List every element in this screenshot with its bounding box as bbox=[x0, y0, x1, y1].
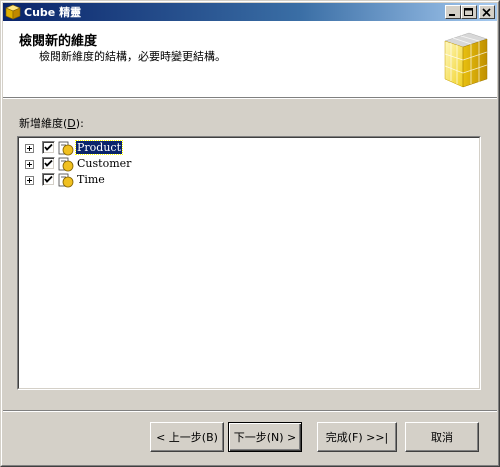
footer-divider-highlight bbox=[3, 411, 497, 412]
dimension-label-product[interactable]: Product bbox=[75, 140, 123, 155]
minimize-icon bbox=[449, 14, 455, 16]
expand-icon[interactable] bbox=[25, 160, 34, 169]
cube-app-icon bbox=[5, 4, 21, 20]
finish-button[interactable]: 完成(F) >>| bbox=[317, 422, 397, 452]
back-button[interactable]: < 上一步(B) bbox=[150, 422, 224, 452]
window-title: Cube 精靈 bbox=[24, 6, 82, 19]
new-dimensions-label: 新增維度(D): bbox=[19, 117, 84, 130]
page-title: 檢閱新的維度 bbox=[19, 34, 98, 49]
expand-icon[interactable] bbox=[25, 144, 34, 153]
minimize-button[interactable] bbox=[445, 5, 461, 19]
cube-grid-icon bbox=[444, 32, 488, 88]
checkbox-customer[interactable] bbox=[42, 157, 55, 170]
checkbox-time[interactable] bbox=[42, 173, 55, 186]
dimension-label-customer[interactable]: Customer bbox=[76, 157, 132, 170]
wizard-window: Cube 精靈 檢閱新的維度 檢閱新維度的結構，必要時變更結構。 新增維度(D)… bbox=[0, 0, 500, 467]
page-subtitle: 檢閱新維度的結構，必要時變更結構。 bbox=[39, 50, 226, 63]
wizard-header: 檢閱新的維度 檢閱新維度的結構，必要時變更結構。 bbox=[3, 21, 497, 97]
close-icon bbox=[482, 8, 491, 17]
next-button[interactable]: 下一步(N) > bbox=[228, 422, 302, 452]
dimension-icon bbox=[58, 157, 74, 172]
cancel-button[interactable]: 取消 bbox=[405, 422, 479, 452]
title-buttons bbox=[445, 5, 495, 19]
close-button[interactable] bbox=[479, 5, 495, 19]
checkbox-product[interactable] bbox=[42, 141, 55, 154]
maximize-button[interactable] bbox=[461, 5, 477, 19]
checkmark-icon bbox=[44, 175, 53, 183]
dimension-icon bbox=[58, 173, 74, 188]
expand-icon[interactable] bbox=[25, 176, 34, 185]
maximize-icon bbox=[464, 8, 473, 16]
title-bar[interactable]: Cube 精靈 bbox=[3, 3, 497, 21]
dimension-icon bbox=[58, 141, 74, 156]
checkmark-icon bbox=[44, 159, 53, 167]
checkmark-icon bbox=[44, 143, 53, 151]
dimension-label-time[interactable]: Time bbox=[76, 173, 106, 186]
header-divider-highlight bbox=[3, 98, 497, 99]
dimensions-tree[interactable]: Product Customer Time bbox=[17, 136, 481, 390]
